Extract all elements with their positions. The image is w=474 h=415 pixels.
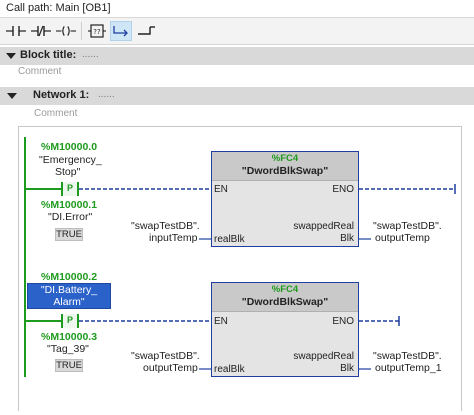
rung2-out-pin-line2: Blk: [340, 363, 354, 374]
rung1-contact1-address: %M10000.0: [41, 141, 98, 153]
rung1-en-pin: EN: [214, 184, 228, 195]
rung2-block-name: "DwordBlkSwap": [241, 296, 329, 308]
empty-box-icon: ??: [88, 24, 106, 38]
rung1-block-name: "DwordBlkSwap": [241, 165, 329, 177]
block-title-label: Block title:: [20, 49, 77, 61]
nc-contact-button[interactable]: [30, 21, 52, 41]
rung2-contact2-tag[interactable]: "Tag_39": [47, 343, 89, 355]
block-title-header[interactable]: Block title: ......: [0, 47, 474, 65]
no-contact-button[interactable]: [5, 21, 27, 41]
open-branch-icon: [113, 26, 128, 37]
rung2-en-pin: EN: [214, 316, 228, 327]
rung1-in-var-line1[interactable]: "swapTestDB".: [131, 220, 200, 232]
rung1-out-var-line1[interactable]: "swapTestDB".: [373, 220, 442, 232]
block-comment[interactable]: Comment: [18, 66, 61, 77]
rung2-in-pin: realBlk: [214, 364, 245, 375]
rung2-contact1-tag-line2: Alarm": [53, 296, 85, 308]
call-path-bar: Call path: Main [OB1]: [0, 0, 474, 18]
nc-contact-icon: [31, 25, 51, 37]
coil-icon: [56, 26, 76, 36]
rung1-block-number: %FC4: [271, 153, 299, 164]
rung2-in-var-line1[interactable]: "swapTestDB".: [131, 350, 200, 362]
close-branch-button[interactable]: [135, 21, 157, 41]
toolbar-separator: [81, 22, 82, 40]
rung1-contact2-address: %M10000.1: [41, 199, 98, 211]
rung1-contact1-tag-line1[interactable]: "Emergency_: [39, 154, 102, 166]
rung2-in-var-line2[interactable]: outputTemp: [143, 362, 198, 374]
rung1-contact2-value: TRUE: [55, 228, 83, 241]
rung2-contact1-address: %M10000.2: [41, 271, 98, 283]
network-title-label: Network 1:: [33, 89, 90, 101]
rung2-out-pin-line1: swappedReal: [293, 351, 354, 362]
rung1-in-pin: realBlk: [214, 234, 245, 245]
rung2-p-contact[interactable]: P: [61, 314, 79, 328]
ladder-toolbar: ??: [0, 18, 474, 45]
rung2-out-var-line1[interactable]: "swapTestDB".: [373, 350, 442, 362]
rung1-block-header: %FC4 "DwordBlkSwap": [212, 152, 358, 181]
rung1-p-contact[interactable]: P: [61, 182, 79, 196]
rung1-in-var-line2[interactable]: inputTemp: [149, 232, 197, 244]
rung2-contact2-address: %M10000.3: [41, 331, 98, 343]
rung2-eno-pin: ENO: [332, 316, 354, 327]
rung1-out-var-line2[interactable]: outputTemp: [375, 232, 430, 244]
ladder-canvas[interactable]: %M10000.0 "Emergency_ Stop" P %M10000.1 …: [18, 126, 462, 411]
network-header[interactable]: Network 1: ......: [0, 87, 474, 105]
svg-text:??: ??: [93, 28, 101, 36]
rung2-block-number: %FC4: [271, 284, 299, 295]
network-comment[interactable]: Comment: [34, 108, 77, 119]
no-contact-icon: [6, 26, 26, 36]
rung1-contact1-tag-line2[interactable]: Stop": [55, 166, 80, 178]
network-title-placeholder[interactable]: ......: [98, 89, 115, 100]
empty-box-button[interactable]: ??: [86, 21, 108, 41]
coil-button[interactable]: [55, 21, 77, 41]
rung2-contact1-tag-line1: "DI.Battery_: [40, 284, 98, 296]
close-branch-icon: [138, 26, 155, 35]
rung2-block-header: %FC4 "DwordBlkSwap": [212, 283, 358, 312]
rung2-function-block[interactable]: %FC4 "DwordBlkSwap" EN ENO realBlk swapp…: [211, 282, 359, 377]
rung2-out-var-line2[interactable]: outputTemp_1: [375, 362, 442, 374]
block-title-placeholder[interactable]: ......: [82, 49, 99, 60]
open-branch-button[interactable]: [110, 21, 132, 41]
rung1-contact2-tag[interactable]: "DI.Error": [48, 211, 92, 223]
rung2-contact2-value: TRUE: [55, 359, 83, 372]
collapse-arrow-icon[interactable]: [7, 93, 17, 99]
collapse-arrow-icon[interactable]: [6, 53, 16, 59]
call-path-label: Call path: Main [OB1]: [6, 2, 111, 14]
rung1-out-pin-line2: Blk: [340, 233, 354, 244]
rung1-function-block[interactable]: %FC4 "DwordBlkSwap" EN ENO realBlk swapp…: [211, 151, 359, 247]
rung1-out-pin-line1: swappedReal: [293, 221, 354, 232]
rung2-contact1-tag-selected[interactable]: "DI.Battery_ Alarm": [27, 283, 111, 309]
rung1-eno-pin: ENO: [332, 184, 354, 195]
